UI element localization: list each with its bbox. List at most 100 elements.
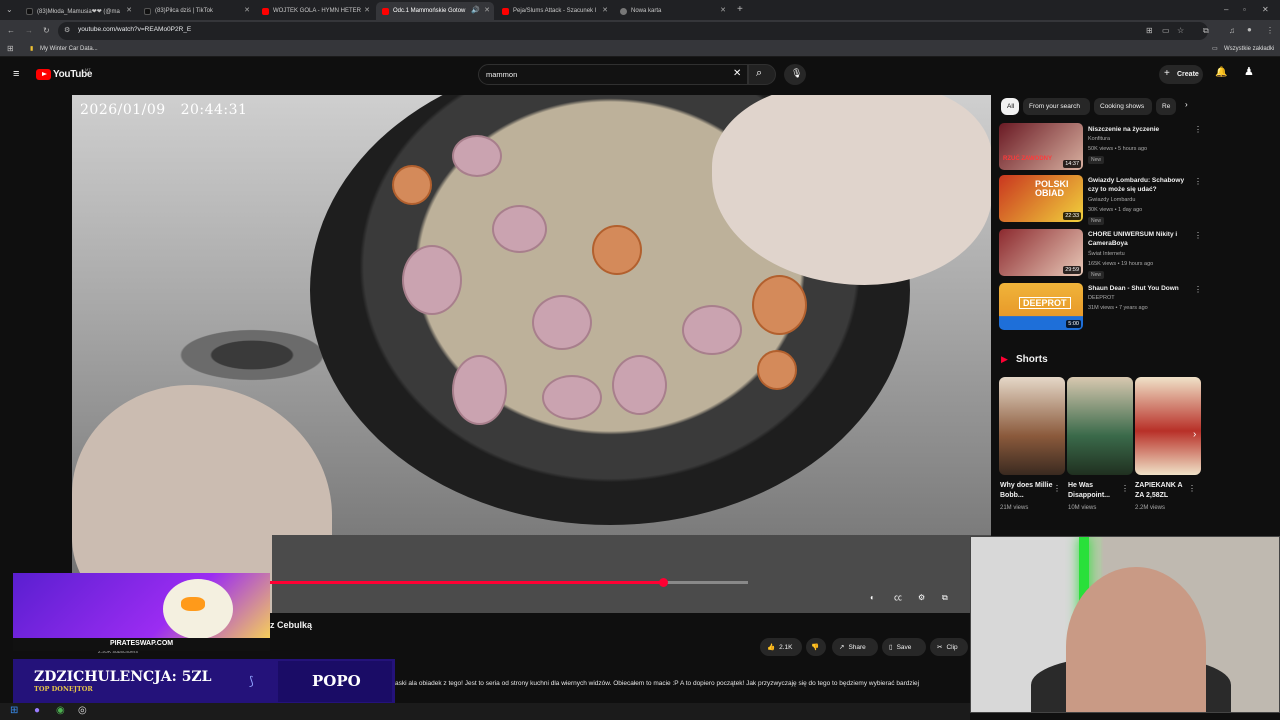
extensions-icon[interactable]: ⧉ [1203,27,1209,35]
scissors-icon: ✂ [937,644,943,651]
back-icon[interactable]: ← [7,27,15,35]
rec-channel[interactable]: Konfitura [1088,136,1110,142]
settings-gear-icon[interactable]: ⚙ [918,594,925,602]
windows-start-icon[interactable]: ⊞ [10,706,18,716]
youtube-icon [262,7,269,15]
video-food [682,305,742,355]
save-button[interactable]: ▯ Save [882,638,926,656]
chrome-icon[interactable]: ◉ [56,706,65,716]
menu-dots-icon[interactable]: ⋮ [1266,27,1274,35]
notifications-bell-icon[interactable]: 🔔 [1215,68,1227,78]
share-button[interactable]: ↗ Share [832,638,878,656]
short-title[interactable]: He Was Disappoint... [1068,481,1126,501]
url-box[interactable] [58,22,1208,40]
video-floor [272,535,991,613]
more-actions-icon[interactable]: ⋮ [1194,125,1202,134]
like-button[interactable]: 👍 2.1K [760,638,802,656]
close-tab-icon[interactable]: ✕ [126,6,132,14]
translate-icon[interactable]: ⊞ [1146,27,1153,35]
browser-tab[interactable]: WOJTEK GOLA - HYMN HETER ✕ [256,2,374,20]
more-actions-icon[interactable]: ⋮ [1121,484,1129,493]
video-description[interactable]: aski ala obiadek z tego! Jest to seria o… [395,680,919,687]
rec-thumbnail[interactable]: DEEPROT 5:00 [999,283,1083,330]
more-actions-icon[interactable]: ⋮ [1194,285,1202,294]
close-tab-icon[interactable]: ✕ [484,6,490,14]
account-avatar-icon[interactable]: ♟ [1244,67,1254,78]
chevron-right-icon[interactable]: › [1185,101,1188,109]
new-badge: New [1088,156,1105,164]
app-icon[interactable]: ● [34,706,40,716]
more-actions-icon[interactable]: ⋮ [1053,484,1061,493]
clip-button[interactable]: ✂ Clip [930,638,968,656]
all-bookmarks[interactable]: Wszystkie zakładki [1224,46,1274,52]
rec-title[interactable]: Niszczenie na życzenie [1088,125,1192,134]
short-title[interactable]: Why does Millie Bobb... [1000,481,1058,501]
short-thumbnail[interactable] [1135,377,1201,475]
browser-tab[interactable]: (83)Piłca dziś | TikTok ✕ [138,2,254,20]
donor-name: POPO [312,672,361,690]
shorts-next-chevron-icon[interactable]: › [1193,430,1196,440]
share-label: Share [848,643,866,651]
rec-title[interactable]: CHORE UNIWERSUM Nikity i CameraBoya [1088,230,1192,248]
new-badge: New [1088,217,1105,225]
chip-all[interactable]: All [1001,98,1019,115]
hamburger-menu-icon[interactable]: ≡ [13,69,19,80]
search-input[interactable] [478,64,748,85]
youtube-logo-icon[interactable] [36,69,51,80]
browser-tab[interactable]: Nowa karta ✕ [614,2,730,20]
app-icon[interactable]: ◎ [78,706,87,716]
tab-list-icon[interactable]: ⌄ [6,6,13,14]
close-tab-icon[interactable]: ✕ [244,6,250,14]
media-icon[interactable]: ♫ [1229,27,1235,35]
short-thumbnail[interactable] [999,377,1065,475]
close-tab-icon[interactable]: ✕ [364,6,370,14]
browser-tab[interactable]: (83)Młoda_Mamusia❤❤ (@ma ✕ [20,2,136,20]
more-actions-icon[interactable]: ⋮ [1188,484,1196,493]
address-bar-row: ← → ↻ ⊞ ▭ ☆ ⧉ ♫ ● ⋮ [0,20,1280,42]
rec-channel[interactable]: DEEPROT [1088,295,1115,301]
autoplay-toggle-icon[interactable]: ◐ [870,594,875,602]
maximize-icon[interactable]: ▫ [1243,6,1246,14]
close-tab-icon[interactable]: ✕ [602,6,608,14]
close-tab-icon[interactable]: ✕ [720,6,726,14]
bookmark-item[interactable]: My Winter Car Data... [40,46,98,52]
browser-tab-active[interactable]: Odc.1 Mammońskie Gotow 🔊 ✕ [376,2,494,20]
cast-icon[interactable]: ▭ [1162,27,1170,35]
microphone-icon: 🎙 [791,68,803,78]
search-icon: ⌕ [756,67,763,79]
chip-from-your-search[interactable]: From your search [1023,98,1090,115]
rec-channel[interactable]: Gwiazdy Lombardu [1088,197,1135,203]
rec-thumbnail[interactable]: POLSKI OBIAD 22:33 [999,175,1083,222]
bookmark-star-icon[interactable]: ☆ [1177,27,1184,35]
rec-title[interactable]: Shaun Dean - Shut You Down [1088,284,1192,293]
rec-thumbnail[interactable]: 29:59 [999,229,1083,276]
close-window-icon[interactable]: ✕ [1262,6,1269,14]
rec-channel[interactable]: Świat Internetu [1088,251,1125,257]
video-player[interactable] [72,95,991,613]
chip-more[interactable]: Re [1156,98,1176,115]
tab-title: WOJTEK GOLA - HYMN HETER [273,8,362,14]
chip-cooking-shows[interactable]: Cooking shows [1094,98,1152,115]
rec-title[interactable]: Gwiazdy Lombardu: Schabowy czy to może s… [1088,176,1192,194]
dislike-button[interactable]: 👎 [806,638,826,656]
browser-tab[interactable]: Peja/Slums Attack - Szacunek l ✕ [496,2,612,20]
more-actions-icon[interactable]: ⋮ [1194,177,1202,186]
profile-icon[interactable]: ● [1247,26,1252,34]
more-actions-icon[interactable]: ⋮ [1194,231,1202,240]
clear-search-icon[interactable]: ✕ [733,69,741,79]
url-text[interactable]: youtube.com/watch?v=REAMo0P2R_E [78,26,191,33]
tab-title: (83)Młoda_Mamusia❤❤ (@ma [37,8,120,15]
short-thumbnail[interactable] [1067,377,1133,475]
short-title[interactable]: ZAPIEKANK A ZA 2,58ZL [1135,481,1193,501]
rec-thumbnail[interactable]: RZUĆ ZAWODNY 14:37 [999,123,1083,170]
audio-icon[interactable]: 🔊 [471,6,480,14]
video-food [452,355,507,425]
miniplayer-icon[interactable]: ⧉ [942,594,948,602]
site-info-icon[interactable]: ⚙ [64,27,70,34]
apps-grid-icon[interactable]: ⊞ [7,45,14,53]
captions-icon[interactable]: ㏄ [894,594,902,602]
reload-icon[interactable]: ↻ [43,27,50,35]
forward-icon[interactable]: → [25,27,33,35]
new-tab-icon[interactable]: + [737,5,743,15]
minimize-icon[interactable]: – [1224,6,1228,14]
